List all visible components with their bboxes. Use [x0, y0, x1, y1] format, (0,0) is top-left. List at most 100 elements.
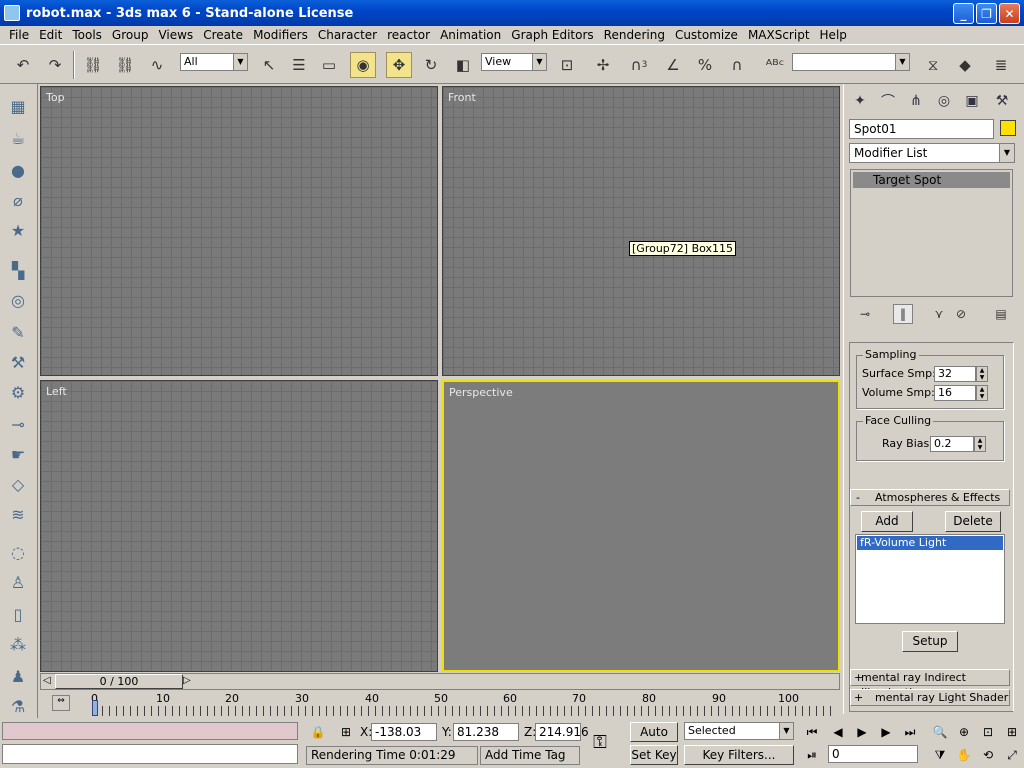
- menu-help[interactable]: Help: [815, 28, 852, 42]
- zoom-all-icon[interactable]: ⊕: [954, 722, 974, 742]
- wrench-icon[interactable]: ⚒: [6, 350, 30, 374]
- layer-manager-icon[interactable]: ≣: [988, 52, 1014, 78]
- absolute-mode-icon[interactable]: ⊞: [336, 722, 356, 742]
- zoom-extents-all-icon[interactable]: ⊞: [1002, 722, 1022, 742]
- key-mode-toggle-icon[interactable]: ⏯: [802, 745, 822, 765]
- pan-icon[interactable]: ✋: [954, 745, 974, 765]
- rectangular-selection-icon[interactable]: ▭: [316, 52, 342, 78]
- menu-customize[interactable]: Customize: [670, 28, 743, 42]
- play-icon[interactable]: ▶: [852, 722, 872, 742]
- viewport-top[interactable]: Top: [40, 86, 438, 376]
- time-slider[interactable]: ◁ 0 / 100 ▷: [40, 673, 840, 690]
- spinner-snap-toggle-icon[interactable]: ∩: [724, 52, 750, 78]
- select-and-rotate-icon[interactable]: ↻: [418, 52, 444, 78]
- object-color-swatch[interactable]: [1000, 120, 1016, 136]
- curve-editor-icon[interactable]: ⇔: [52, 695, 70, 711]
- pin-stack-icon[interactable]: ⊸: [855, 304, 875, 324]
- minimize-button[interactable]: _: [953, 3, 974, 24]
- y-coordinate-field[interactable]: 81.238: [453, 723, 519, 741]
- menu-file[interactable]: File: [4, 28, 34, 42]
- menu-modifiers[interactable]: Modifiers: [248, 28, 313, 42]
- set-key-button[interactable]: Set Key: [630, 745, 678, 765]
- chevron-left-icon[interactable]: ◁: [43, 675, 51, 686]
- percent-snap-toggle-icon[interactable]: %: [692, 52, 718, 78]
- list-item[interactable]: fR-Volume Light: [857, 536, 1003, 550]
- z-coordinate-field[interactable]: 214.916: [535, 723, 589, 741]
- object-name-field[interactable]: Spot01: [849, 119, 994, 139]
- field-of-view-icon[interactable]: ⧩: [930, 745, 950, 765]
- spinner-arrows-icon[interactable]: ▲ ▼: [976, 385, 988, 401]
- go-to-end-icon[interactable]: ⏭: [900, 722, 920, 742]
- figure-icon[interactable]: ♟: [6, 664, 30, 688]
- key-icon[interactable]: ⚿: [590, 732, 610, 753]
- align-icon[interactable]: ◆: [952, 52, 978, 78]
- add-time-tag-button[interactable]: Add Time Tag: [480, 746, 580, 765]
- named-selection-dropdown[interactable]: ▼: [792, 53, 910, 71]
- viewport-front[interactable]: Front [Group72] Box115: [442, 86, 840, 376]
- delete-button[interactable]: Delete: [945, 511, 1001, 532]
- previous-frame-icon[interactable]: ◀: [828, 722, 848, 742]
- modify-tab-icon[interactable]: ⌒: [876, 89, 900, 113]
- mirror-icon[interactable]: ⧖: [920, 52, 946, 78]
- pointer-icon[interactable]: ☛: [6, 442, 30, 466]
- atmospheres-list[interactable]: fR-Volume Light: [855, 534, 1005, 624]
- unlink-selection-icon[interactable]: ⛓: [112, 52, 138, 78]
- gear-icon[interactable]: ⚙: [6, 380, 30, 404]
- maximize-button[interactable]: ❐: [976, 3, 997, 24]
- edit-named-selection-icon[interactable]: ᴬᴮᶜ: [762, 52, 788, 78]
- bind-to-space-warp-icon[interactable]: ∿: [144, 52, 170, 78]
- show-end-result-icon[interactable]: ‖: [893, 304, 913, 324]
- create-tab-icon[interactable]: ✦: [848, 89, 872, 113]
- window-crossing-icon[interactable]: ◉: [350, 52, 376, 78]
- add-button[interactable]: Add: [861, 511, 913, 532]
- atmospheres-rollout-header[interactable]: - Atmospheres & Effects: [850, 489, 1010, 506]
- cube-icon[interactable]: ◇: [6, 472, 30, 496]
- tube-icon[interactable]: ◎: [6, 288, 30, 312]
- select-and-manipulate-icon[interactable]: ✢: [590, 52, 616, 78]
- particle-icon[interactable]: ⁂: [6, 632, 30, 656]
- viewport-label[interactable]: Perspective: [449, 386, 513, 399]
- cylinder-icon[interactable]: ⌀: [6, 188, 30, 212]
- motion-tab-icon[interactable]: ◎: [932, 89, 956, 113]
- setup-button[interactable]: Setup: [902, 631, 958, 652]
- menu-maxscript[interactable]: MAXScript: [743, 28, 815, 42]
- tool-icon[interactable]: ✎: [6, 320, 30, 344]
- display-tab-icon[interactable]: ▣: [960, 89, 984, 113]
- menu-animation[interactable]: Animation: [435, 28, 506, 42]
- stack-item[interactable]: Target Spot: [853, 172, 1010, 188]
- modifier-list-dropdown[interactable]: Modifier List ▼: [849, 143, 1015, 163]
- auto-key-button[interactable]: Auto Key: [630, 722, 678, 757]
- utilities-tab-icon[interactable]: ⚒: [990, 89, 1014, 113]
- use-pivot-center-icon[interactable]: ⊡: [554, 52, 580, 78]
- maximize-viewport-icon[interactable]: ⤢: [1002, 745, 1022, 765]
- sphere-icon[interactable]: ●: [6, 158, 30, 182]
- arc-rotate-icon[interactable]: ⟲: [978, 745, 998, 765]
- time-slider-thumb[interactable]: 0 / 100: [55, 674, 183, 689]
- checker-icon[interactable]: ▚: [6, 258, 30, 282]
- mr-indirect-rollout-header[interactable]: + mental ray Indirect Illumination: [850, 669, 1010, 699]
- menu-rendering[interactable]: Rendering: [599, 28, 670, 42]
- ray-bias-spinner[interactable]: 0.2 ▲ ▼: [930, 436, 986, 452]
- chevron-right-icon[interactable]: ▷: [183, 675, 191, 686]
- menu-group[interactable]: Group: [107, 28, 154, 42]
- star-icon[interactable]: ★: [6, 218, 30, 242]
- viewport-label[interactable]: Top: [46, 91, 65, 104]
- ring-icon[interactable]: ◌: [6, 540, 30, 564]
- undo-icon[interactable]: ↶: [10, 52, 36, 78]
- menu-tools[interactable]: Tools: [67, 28, 107, 42]
- menu-graph-editors[interactable]: Graph Editors: [506, 28, 598, 42]
- select-and-link-icon[interactable]: ⛓: [80, 52, 106, 78]
- mr-shader-rollout-header[interactable]: + mental ray Light Shader: [850, 689, 1010, 706]
- key-mode-dropdown[interactable]: Selected ▼: [684, 722, 794, 740]
- wave-icon[interactable]: ≋: [6, 502, 30, 526]
- selection-filter-dropdown[interactable]: All ▼: [180, 53, 248, 71]
- track-bar[interactable]: ⇔ 0 10 20 30 40 50 60 70 80 90 100: [40, 690, 840, 718]
- surface-samples-spinner[interactable]: 32 ▲ ▼: [934, 366, 988, 382]
- viewport-perspective[interactable]: Perspective: [442, 380, 840, 672]
- spinner-arrows-icon[interactable]: ▲ ▼: [974, 436, 986, 452]
- menu-create[interactable]: Create: [198, 28, 248, 42]
- next-frame-icon[interactable]: ▶: [876, 722, 896, 742]
- spinner-arrows-icon[interactable]: ▲ ▼: [976, 366, 988, 382]
- menu-reactor[interactable]: reactor: [382, 28, 435, 42]
- volume-samples-spinner[interactable]: 16 ▲ ▼: [934, 385, 988, 401]
